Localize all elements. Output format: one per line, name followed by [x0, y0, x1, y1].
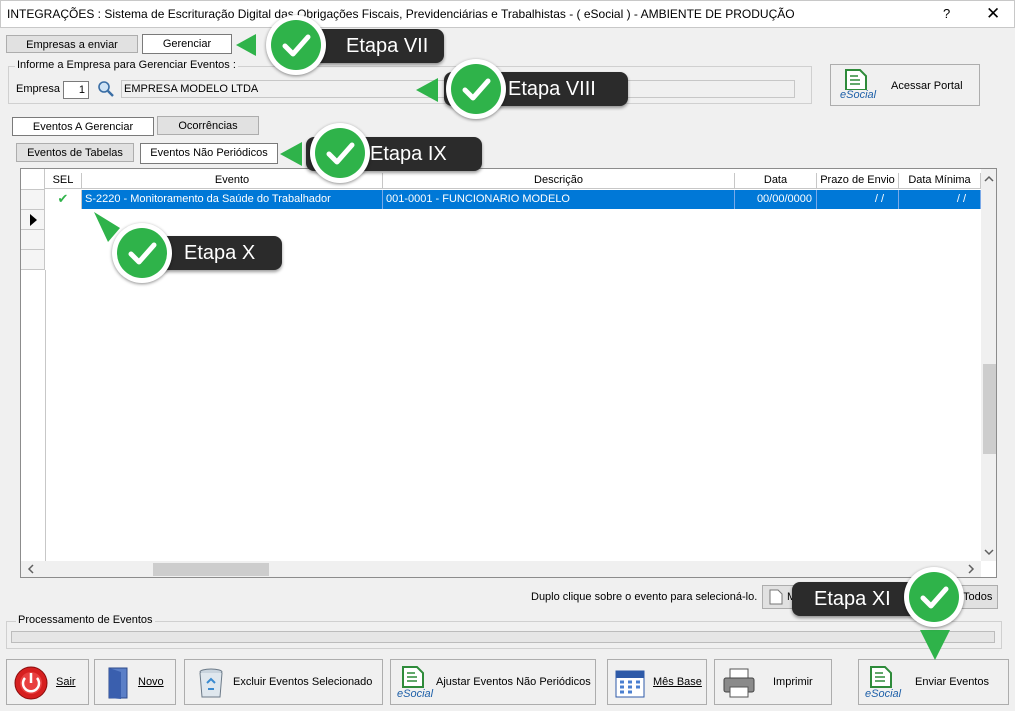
empresa-group-legend: Informe a Empresa para Gerenciar Eventos…: [15, 59, 238, 71]
tab-eventos-nao-periodicos[interactable]: Eventos Não Periódicos: [140, 143, 278, 164]
row-select-check-icon[interactable]: ✔: [45, 190, 82, 209]
imprimir-label: Imprimir: [773, 676, 813, 688]
sair-label: Sair: [56, 676, 76, 688]
calendar-icon: [615, 670, 645, 698]
tab-gerenciar[interactable]: Gerenciar: [142, 34, 232, 54]
tab-ocorrencias[interactable]: Ocorrências: [157, 116, 259, 135]
callout-pointer-icon: [236, 34, 256, 56]
window-title: INTEGRAÇÕES : Sistema de Escrituração Di…: [7, 7, 795, 21]
esocial-logo-text: eSocial: [397, 688, 434, 700]
col-header-descricao[interactable]: Descrição: [383, 173, 735, 189]
horizontal-scroll-thumb[interactable]: [153, 563, 269, 576]
title-bar: INTEGRAÇÕES : Sistema de Escrituração Di…: [0, 0, 1015, 28]
mark-all-label: Todos: [963, 591, 993, 603]
ajustar-label: Ajustar Eventos Não Periódicos: [436, 676, 591, 688]
row-indicator[interactable]: [21, 250, 45, 270]
mes-base-button[interactable]: Mês Base: [607, 659, 707, 705]
tab-empresas-a-enviar[interactable]: Empresas a enviar: [6, 35, 138, 53]
excluir-label: Excluir Eventos Selecionado: [233, 676, 373, 688]
col-header-data[interactable]: Data: [735, 173, 817, 189]
enviar-eventos-label: Enviar Eventos: [915, 676, 989, 688]
callout-pointer-icon: [920, 630, 950, 660]
acessar-portal-label: Acessar Portal: [891, 80, 963, 92]
hint-text: Duplo clique sobre o evento para selecio…: [531, 591, 758, 603]
imprimir-button[interactable]: Imprimir: [714, 659, 832, 705]
ajustar-button[interactable]: eSocial Ajustar Eventos Não Periódicos: [390, 659, 596, 705]
callout-pointer-icon: [280, 142, 302, 166]
close-button[interactable]: ✕: [986, 4, 1000, 24]
check-badge-icon: [904, 567, 964, 627]
esocial-logo-text: eSocial: [840, 89, 877, 101]
check-badge-icon: [112, 223, 172, 283]
vertical-scroll-thumb[interactable]: [983, 364, 996, 454]
cell-descricao: 001-0001 - FUNCIONARIO MODELO: [383, 190, 735, 209]
cell-data: 00/00/0000: [735, 190, 817, 209]
col-header-sel[interactable]: SEL: [45, 173, 82, 189]
callout-pointer-icon: [416, 78, 438, 102]
help-button[interactable]: ?: [943, 6, 950, 21]
scroll-up-icon[interactable]: [981, 172, 997, 186]
grid-divider: [45, 270, 46, 570]
current-row-arrow-icon: [30, 214, 37, 226]
check-badge-icon: [446, 59, 506, 119]
empresa-label: Empresa: [16, 83, 61, 95]
cell-prazo: / /: [817, 190, 899, 209]
esocial-logo-icon: eSocial: [840, 68, 877, 104]
door-icon: [108, 667, 128, 699]
cell-evento: S-2220 - Monitoramento da Saúde do Traba…: [82, 190, 383, 209]
vertical-scrollbar[interactable]: [981, 169, 997, 561]
events-grid[interactable]: SEL Evento Descrição Data Prazo de Envio…: [20, 168, 997, 578]
empresa-code-input[interactable]: 1: [63, 81, 89, 99]
printer-icon: [723, 668, 755, 698]
col-header-prazo[interactable]: Prazo de Envio: [817, 173, 899, 189]
check-badge-icon: [266, 15, 326, 75]
grid-corner: [21, 169, 45, 190]
progress-bar: [11, 631, 995, 643]
enviar-eventos-button[interactable]: eSocial Enviar Eventos: [858, 659, 1009, 705]
trash-icon: [199, 668, 223, 698]
row-indicator[interactable]: [21, 210, 45, 230]
sair-button[interactable]: Sair: [6, 659, 89, 705]
excluir-button[interactable]: Excluir Eventos Selecionado: [184, 659, 383, 705]
row-indicator[interactable]: [21, 190, 45, 210]
cell-data-minima: / /: [899, 190, 981, 209]
horizontal-scrollbar[interactable]: [21, 561, 981, 577]
tab-eventos-de-tabelas[interactable]: Eventos de Tabelas: [16, 143, 134, 162]
scroll-left-icon[interactable]: [24, 561, 38, 577]
esocial-logo-text: eSocial: [865, 688, 902, 700]
novo-button[interactable]: Novo: [94, 659, 176, 705]
col-header-data-minima[interactable]: Data Mínima: [899, 173, 981, 189]
mes-base-label: Mês Base: [653, 676, 702, 688]
check-badge-icon: [310, 123, 370, 183]
tab-eventos-a-gerenciar[interactable]: Eventos A Gerenciar: [12, 117, 154, 136]
power-icon: [14, 666, 48, 700]
page-icon: [769, 589, 783, 605]
scroll-down-icon[interactable]: [981, 545, 997, 559]
processing-legend: Processamento de Eventos: [16, 614, 155, 626]
row-indicator[interactable]: [21, 230, 45, 250]
novo-label: Novo: [138, 676, 164, 688]
scroll-right-icon[interactable]: [964, 561, 978, 577]
search-icon[interactable]: [97, 80, 115, 98]
